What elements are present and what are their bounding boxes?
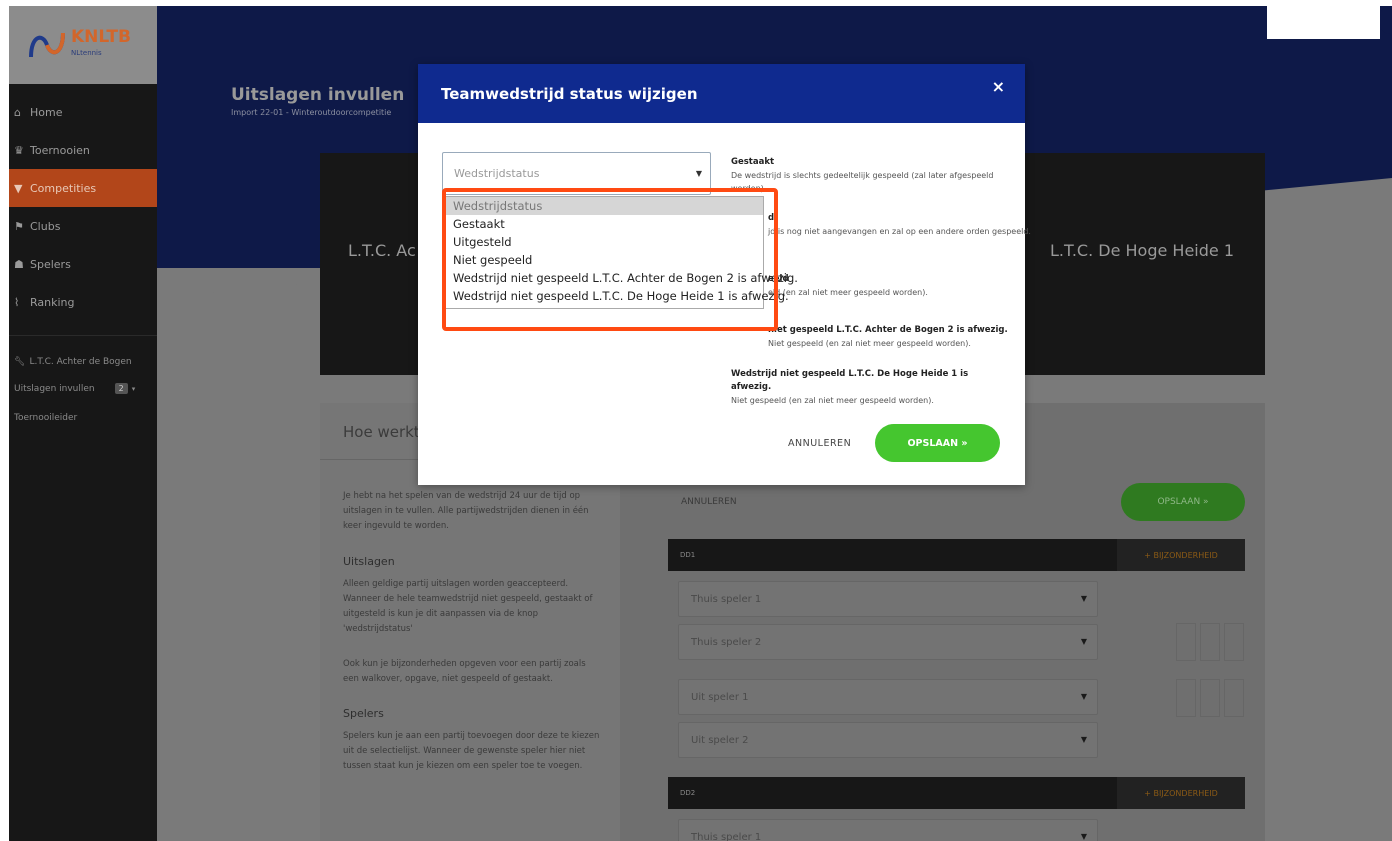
status-description-uitgesteld: d jd is nog niet aangevangen en zal op ee…: [768, 213, 1031, 236]
caret-down-icon: ▼: [1080, 692, 1087, 701]
players-icon: ☗: [14, 257, 24, 271]
score-input[interactable]: [1200, 623, 1220, 661]
sidebar: KNLTB NLtennis ⌂ Home ♛ Toernooien ▼ Compet…: [9, 6, 157, 841]
dropdown-option[interactable]: Uitgesteld: [444, 233, 763, 251]
modal-header: Teamwedstrijd status wijzigen: [418, 64, 1025, 123]
sidebar-item-spelers[interactable]: ☗ Spelers: [9, 245, 157, 283]
score-input[interactable]: [1176, 623, 1196, 661]
caret-down-icon: ▼: [1080, 594, 1087, 603]
dropdown-option[interactable]: Wedstrijdstatus: [444, 197, 763, 215]
knltb-logo-icon: [29, 32, 65, 58]
club-selector[interactable]: 🔧︎ L.T.C. Achter de Bogen: [9, 350, 157, 374]
trophy-icon: ♛: [14, 143, 24, 157]
close-icon[interactable]: ×: [992, 77, 1005, 96]
modal-save-button[interactable]: OPSLAAN »: [875, 424, 1000, 462]
score-input[interactable]: [1176, 679, 1196, 717]
status-description-afwezig-home: niet gespeeld L.T.C. Achter de Bogen 2 i…: [768, 325, 1008, 348]
chart-icon: ⌇: [14, 295, 20, 309]
home-player-1-select[interactable]: Thuis speler 1 ▼: [678, 819, 1098, 841]
sidebar-item-home[interactable]: ⌂ Home: [9, 93, 157, 131]
status-description-niet-gespeeld: eeld eld (en zal niet meer gespeeld worde…: [768, 274, 928, 297]
home-team-name: L.T.C. Ac: [348, 241, 416, 260]
add-bijzonderheid-button[interactable]: + BIJZONDERHEID: [1117, 777, 1245, 809]
score-input[interactable]: [1224, 623, 1244, 661]
match-status-dropdown: Wedstrijdstatus Gestaakt Uitgesteld Niet…: [443, 196, 798, 309]
modal-title: Teamwedstrijd status wijzigen: [441, 84, 698, 103]
away-team-name: L.T.C. De Hoge Heide 1: [1049, 241, 1234, 260]
away-player-2-select[interactable]: Uit speler 2 ▼: [678, 722, 1098, 758]
logo[interactable]: KNLTB NLtennis: [9, 6, 157, 84]
away-player-1-select[interactable]: Uit speler 1 ▼: [678, 679, 1098, 715]
help-heading-uitslagen: Uitslagen: [343, 555, 395, 568]
page-title: Uitslagen invullen: [231, 85, 405, 105]
score-input[interactable]: [1224, 679, 1244, 717]
save-button[interactable]: OPSLAAN »: [1121, 483, 1245, 521]
status-description-afwezig-away: Wedstrijd niet gespeeld L.T.C. De Hoge H…: [731, 369, 969, 405]
home-player-2-select[interactable]: Thuis speler 2 ▼: [678, 624, 1098, 660]
match-header-dd1: DD1 + BIJZONDERHEID: [668, 539, 1245, 571]
help-heading-spelers: Spelers: [343, 707, 384, 720]
modal-cancel-button[interactable]: ANNULEREN: [788, 438, 851, 449]
dropdown-option[interactable]: Wedstrijd niet gespeeld L.T.C. De Hoge H…: [444, 287, 789, 305]
caret-down-icon: ▼: [1080, 735, 1087, 744]
home-player-1-select[interactable]: Thuis speler 1 ▼: [678, 581, 1098, 617]
sidebar-item-uitslagen[interactable]: Uitslagen invullen 2 ▾: [9, 374, 157, 403]
status-modal: Teamwedstrijd status wijzigen × Wedstrij…: [418, 64, 1031, 485]
logo-text: KNLTB NLtennis: [71, 27, 131, 58]
chevron-down-icon: ▾: [131, 384, 136, 393]
caret-down-icon: ▼: [695, 169, 702, 178]
help-title: Hoe werkt: [343, 423, 420, 441]
dropdown-option[interactable]: Wedstrijd niet gespeeld L.T.C. Achter de…: [444, 269, 798, 287]
page-subtitle: Import 22-01 - Winteroutdoorcompetitie: [231, 108, 392, 117]
divider: [9, 335, 157, 336]
cancel-button[interactable]: ANNULEREN: [681, 497, 737, 507]
score-input[interactable]: [1200, 679, 1220, 717]
sidebar-item-toernooileider[interactable]: Toernooileider: [9, 403, 157, 432]
sidebar-nav: ⌂ Home ♛ Toernooien ▼ Competities ⚑ Clubs ☗ S…: [9, 93, 157, 432]
match-header-dd2: DD2 + BIJZONDERHEID: [668, 777, 1245, 809]
app-frame: KNLTB NLtennis ⌂ Home ♛ Toernooien ▼ Compet…: [9, 6, 1392, 841]
help-text-uitslagen: Alleen geldige partij uitslagen worden g…: [343, 579, 593, 634]
caret-down-icon: ▼: [1080, 832, 1087, 841]
sidebar-item-ranking[interactable]: ⌇ Ranking: [9, 283, 157, 321]
sidebar-item-toernooien[interactable]: ♛ Toernooien: [9, 131, 157, 169]
user-avatar[interactable]: [1380, 6, 1392, 34]
help-text-spelers: Spelers kun je aan een partij toevoegen …: [343, 731, 600, 771]
cup-icon: ▼: [14, 181, 23, 195]
flag-icon: ⚑: [14, 219, 24, 233]
add-bijzonderheid-button[interactable]: + BIJZONDERHEID: [1117, 539, 1245, 571]
dropdown-option[interactable]: Gestaakt: [444, 215, 763, 233]
help-text-bijzonderheden: Ook kun je bijzonderheden opgeven voor e…: [343, 659, 586, 684]
caret-down-icon: ▼: [1080, 637, 1087, 646]
dropdown-option[interactable]: Niet gespeeld: [444, 251, 763, 269]
sidebar-item-clubs[interactable]: ⚑ Clubs: [9, 207, 157, 245]
help-intro: Je hebt na het spelen van de wedstrijd 2…: [343, 491, 589, 531]
match-status-select[interactable]: Wedstrijdstatus ▼: [442, 152, 711, 195]
sidebar-item-competities[interactable]: ▼ Competities: [9, 169, 157, 207]
home-icon: ⌂: [14, 105, 21, 119]
status-description-gestaakt: Gestaakt De wedstrijd is slechts gedeelte…: [731, 157, 994, 193]
top-right-box: [1267, 6, 1380, 39]
count-badge: 2: [114, 383, 128, 394]
wrench-icon: 🔧︎: [14, 357, 26, 367]
